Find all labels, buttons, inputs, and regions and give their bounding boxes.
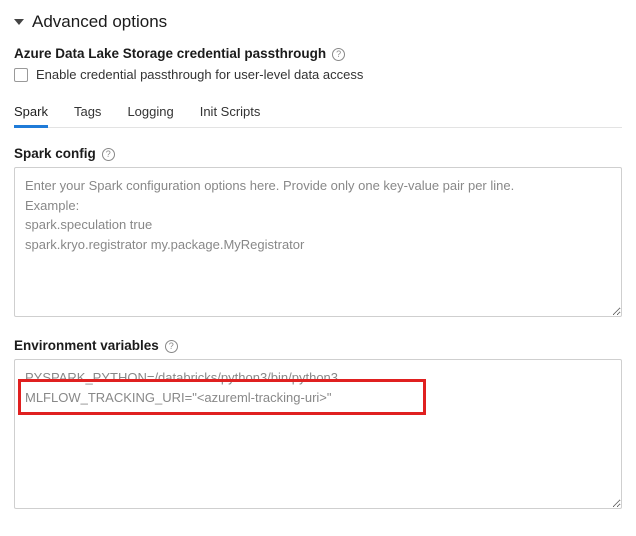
env-vars-block: Environment variables ? bbox=[14, 338, 622, 512]
info-icon[interactable]: ? bbox=[332, 48, 345, 61]
env-vars-input[interactable] bbox=[14, 359, 622, 509]
spark-config-input[interactable] bbox=[14, 167, 622, 317]
env-vars-wrap bbox=[14, 359, 622, 512]
info-icon[interactable]: ? bbox=[102, 148, 115, 161]
advanced-options-header[interactable]: Advanced options bbox=[14, 12, 622, 32]
spark-config-block: Spark config ? bbox=[14, 146, 622, 320]
tab-tags[interactable]: Tags bbox=[74, 98, 101, 127]
spark-config-label: Spark config bbox=[14, 146, 96, 161]
tab-init-scripts[interactable]: Init Scripts bbox=[200, 98, 261, 127]
tab-spark[interactable]: Spark bbox=[14, 98, 48, 127]
passthrough-title: Azure Data Lake Storage credential passt… bbox=[14, 46, 326, 61]
passthrough-header: Azure Data Lake Storage credential passt… bbox=[14, 46, 622, 61]
advanced-options-title: Advanced options bbox=[32, 12, 167, 32]
passthrough-checkbox-row[interactable]: Enable credential passthrough for user-l… bbox=[14, 67, 622, 82]
passthrough-section: Azure Data Lake Storage credential passt… bbox=[14, 46, 622, 82]
passthrough-checkbox[interactable] bbox=[14, 68, 28, 82]
info-icon[interactable]: ? bbox=[165, 340, 178, 353]
passthrough-checkbox-label: Enable credential passthrough for user-l… bbox=[36, 67, 363, 82]
tab-logging[interactable]: Logging bbox=[127, 98, 173, 127]
env-vars-label: Environment variables bbox=[14, 338, 159, 353]
env-vars-label-row: Environment variables ? bbox=[14, 338, 622, 353]
spark-config-label-row: Spark config ? bbox=[14, 146, 622, 161]
tabs: Spark Tags Logging Init Scripts bbox=[14, 98, 622, 128]
chevron-down-icon bbox=[14, 19, 24, 25]
